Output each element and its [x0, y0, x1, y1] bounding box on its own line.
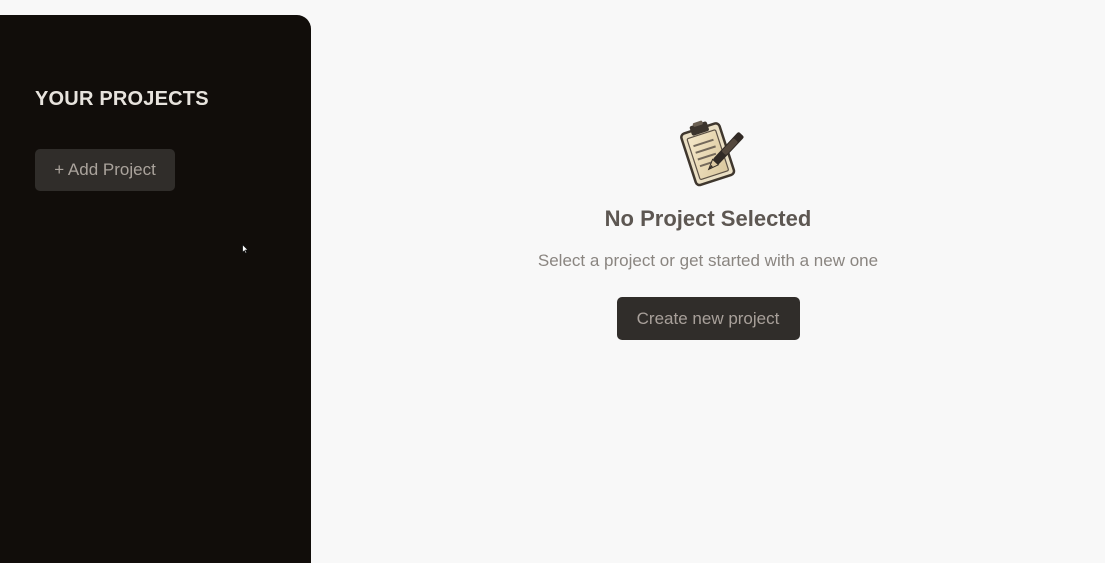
sidebar: YOUR PROJECTS + Add Project	[0, 15, 311, 563]
create-new-project-button[interactable]: Create new project	[616, 297, 800, 340]
empty-state-subtitle: Select a project or get started with a n…	[537, 251, 879, 270]
empty-state-title: No Project Selected	[604, 206, 812, 231]
main-content: No Project Selected Select a project or …	[311, 0, 1105, 563]
sidebar-title: YOUR PROJECTS	[35, 88, 209, 110]
mouse-cursor-icon	[242, 244, 249, 254]
app-window: YOUR PROJECTS + Add Project No Project S…	[0, 0, 1105, 563]
empty-state: No Project Selected Select a project or …	[311, 115, 1105, 340]
add-project-button[interactable]: + Add Project	[35, 149, 175, 191]
clipboard-icon	[680, 120, 744, 187]
